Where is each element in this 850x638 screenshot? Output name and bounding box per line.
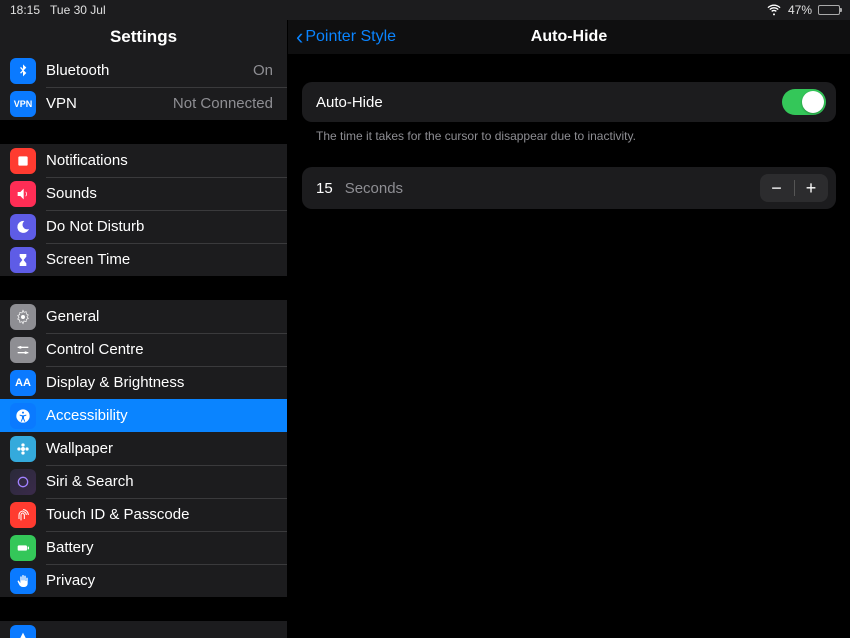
sidebar-item-accessibility[interactable]: Accessibility xyxy=(0,399,287,432)
wifi-icon xyxy=(766,1,782,20)
sidebar-item-privacy[interactable]: Privacy xyxy=(0,564,287,597)
sidebar-section-general: General Control Centre AA Display & Brig… xyxy=(0,300,287,597)
gear-icon xyxy=(10,304,36,330)
back-label: Pointer Style xyxy=(305,28,396,46)
detail-nav-bar: ‹ Pointer Style Auto-Hide xyxy=(288,20,850,54)
sidebar-item-general[interactable]: General xyxy=(0,300,287,333)
vpn-icon: VPN xyxy=(10,91,36,117)
battery-percent: 47% xyxy=(788,3,812,17)
sidebar-item-label: Screen Time xyxy=(46,251,273,268)
sidebar-item-label: Control Centre xyxy=(46,341,273,358)
seconds-stepper-row: 15 Seconds − + xyxy=(302,167,836,209)
sliders-icon xyxy=(10,337,36,363)
sidebar-item-screen-time[interactable]: Screen Time xyxy=(0,243,287,276)
moon-icon xyxy=(10,214,36,240)
status-date: Tue 30 Jul xyxy=(50,3,106,17)
siri-icon xyxy=(10,469,36,495)
sidebar-item-battery[interactable]: Battery xyxy=(0,531,287,564)
switch-knob xyxy=(802,91,824,113)
sidebar-section-alerts: Notifications Sounds Do Not Disturb xyxy=(0,144,287,276)
sidebar-item-label: Sounds xyxy=(46,185,273,202)
detail-pane: ‹ Pointer Style Auto-Hide Auto-Hide The … xyxy=(288,20,850,638)
sidebar-item-label: Display & Brightness xyxy=(46,374,273,391)
sidebar-item-label: Wallpaper xyxy=(46,440,273,457)
sidebar-item-touch-id[interactable]: Touch ID & Passcode xyxy=(0,498,287,531)
sidebar-item-label: General xyxy=(46,308,273,325)
stepper-minus-button[interactable]: − xyxy=(760,174,794,202)
sidebar-item-display-brightness[interactable]: AA Display & Brightness xyxy=(0,366,287,399)
auto-hide-toggle-row[interactable]: Auto-Hide xyxy=(302,82,836,122)
sidebar-item-bluetooth[interactable]: Bluetooth On xyxy=(0,54,287,87)
battery-icon xyxy=(818,5,840,15)
sidebar-item-label: Do Not Disturb xyxy=(46,218,273,235)
sidebar-item-control-centre[interactable]: Control Centre xyxy=(0,333,287,366)
chevron-left-icon: ‹ xyxy=(296,26,303,48)
status-bar: 18:15 Tue 30 Jul 47% xyxy=(0,0,850,20)
sidebar-item-label: Accessibility xyxy=(46,407,273,424)
flower-icon xyxy=(10,436,36,462)
stepper-value: 15 xyxy=(316,180,333,197)
sounds-icon xyxy=(10,181,36,207)
sidebar-title: Settings xyxy=(0,20,287,54)
page-title: Auto-Hide xyxy=(531,28,607,46)
app-store-icon xyxy=(10,625,36,638)
settings-sidebar: Settings Bluetooth On VPN VPN Not Connec… xyxy=(0,20,288,638)
hourglass-icon xyxy=(10,247,36,273)
status-time: 18:15 xyxy=(10,3,40,17)
sidebar-item-notifications[interactable]: Notifications xyxy=(0,144,287,177)
sidebar-item-label: Siri & Search xyxy=(46,473,273,490)
fingerprint-icon xyxy=(10,502,36,528)
sidebar-item-itunes[interactable] xyxy=(0,621,287,638)
sidebar-section-connectivity: Bluetooth On VPN VPN Not Connected xyxy=(0,54,287,120)
stepper-unit: Seconds xyxy=(345,180,760,197)
toggle-footer: The time it takes for the cursor to disa… xyxy=(302,122,836,143)
sidebar-item-sounds[interactable]: Sounds xyxy=(0,177,287,210)
sidebar-item-value: Not Connected xyxy=(173,95,273,112)
auto-hide-switch[interactable] xyxy=(782,89,826,115)
sidebar-item-label: Touch ID & Passcode xyxy=(46,506,273,523)
sidebar-item-label: Privacy xyxy=(46,572,273,589)
sidebar-item-label: Bluetooth xyxy=(46,62,253,79)
sidebar-section-stores xyxy=(0,621,287,638)
sidebar-item-value: On xyxy=(253,62,273,79)
hand-icon xyxy=(10,568,36,594)
sidebar-item-label: VPN xyxy=(46,95,173,112)
battery-full-icon xyxy=(10,535,36,561)
sidebar-item-wallpaper[interactable]: Wallpaper xyxy=(0,432,287,465)
notifications-icon xyxy=(10,148,36,174)
stepper-plus-button[interactable]: + xyxy=(794,174,828,202)
accessibility-icon xyxy=(10,403,36,429)
bluetooth-icon xyxy=(10,58,36,84)
sidebar-item-siri-search[interactable]: Siri & Search xyxy=(0,465,287,498)
sidebar-item-label: Battery xyxy=(46,539,273,556)
seconds-stepper: − + xyxy=(760,174,829,202)
text-size-icon: AA xyxy=(10,370,36,396)
sidebar-item-label: Notifications xyxy=(46,152,273,169)
sidebar-item-vpn[interactable]: VPN VPN Not Connected xyxy=(0,87,287,120)
toggle-label: Auto-Hide xyxy=(316,94,782,111)
back-button[interactable]: ‹ Pointer Style xyxy=(296,26,396,48)
sidebar-item-do-not-disturb[interactable]: Do Not Disturb xyxy=(0,210,287,243)
